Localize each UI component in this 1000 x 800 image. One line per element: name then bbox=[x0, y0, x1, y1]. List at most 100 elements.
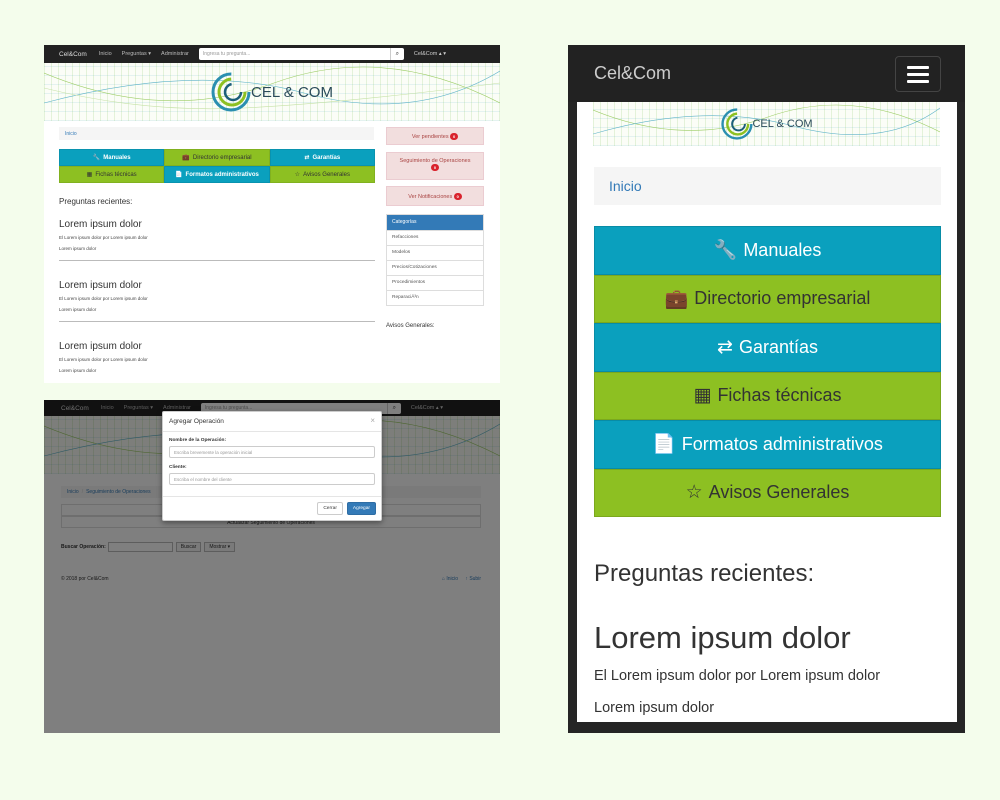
tile-label: Avisos Generales bbox=[708, 482, 850, 503]
modal-body: Nombre de la Operación: Escriba brevemen… bbox=[163, 432, 381, 497]
recent-questions-title: Preguntas recientes: bbox=[59, 197, 133, 206]
file-icon: 📄 bbox=[652, 434, 676, 456]
categories-panel: Categorías Refacciones Modelos Precios/C… bbox=[386, 214, 484, 306]
category-item[interactable]: Procedimientos bbox=[387, 275, 483, 290]
nav-item-inicio[interactable]: Inicio bbox=[99, 51, 112, 57]
post-author: El Lorem ipsum dolor por Lorem ipsum dol… bbox=[59, 357, 148, 362]
operation-name-label: Nombre de la Operación: bbox=[169, 438, 227, 443]
add-button[interactable]: Agregar bbox=[346, 502, 376, 515]
divider bbox=[59, 321, 375, 322]
menu-toggle-button[interactable] bbox=[895, 56, 941, 92]
post-excerpt: Lorem ipsum dolor bbox=[594, 700, 715, 716]
user-menu[interactable]: Cel&Com ▴ ▾ bbox=[414, 51, 446, 57]
post-excerpt: Lorem ipsum dolor bbox=[59, 368, 97, 373]
tile-garantias[interactable]: ⇄ Garantías bbox=[594, 323, 941, 372]
navbar-brand[interactable]: Cel&Com bbox=[59, 51, 87, 58]
post-excerpt: Lorem ipsum dolor bbox=[59, 307, 97, 312]
nav-item-administrar[interactable]: Administrar bbox=[161, 51, 189, 57]
list-item: Lorem ipsum dolor El Lorem ipsum dolor p… bbox=[59, 219, 375, 261]
tile-avisos[interactable]: ☆ Avisos Generales bbox=[594, 468, 941, 517]
tile-label: Garantías bbox=[312, 154, 341, 161]
operations-screen: Cel&Com Inicio Preguntas ▾ Administrar I… bbox=[44, 400, 500, 733]
post-title[interactable]: Lorem ipsum dolor bbox=[59, 341, 375, 352]
navbar-brand[interactable]: Cel&Com bbox=[594, 63, 671, 84]
tile-directorio[interactable]: 💼 Directorio empresarial bbox=[164, 149, 270, 166]
category-item[interactable]: ReparaciÃ³n bbox=[387, 290, 483, 305]
mobile-home-screen: Cel&Com CEL & COM Inicio 🔧 Manuales 💼 Di… bbox=[568, 45, 965, 733]
breadcrumb-home[interactable]: Inicio bbox=[609, 178, 642, 194]
list-item: Lorem ipsum dolor El Lorem ipsum dolor p… bbox=[59, 280, 375, 322]
post-title[interactable]: Lorem ipsum dolor bbox=[59, 280, 375, 291]
post-title[interactable]: Lorem ipsum dolor bbox=[594, 620, 851, 656]
tile-formatos[interactable]: 📄 Formatos administrativos bbox=[164, 166, 270, 183]
divider bbox=[59, 260, 375, 261]
modal-title: Agregar Operación bbox=[169, 418, 224, 425]
tile-manuales[interactable]: 🔧 Manuales bbox=[594, 226, 941, 275]
category-item[interactable]: Refacciones bbox=[387, 230, 483, 245]
breadcrumb-home[interactable]: Inicio bbox=[65, 131, 77, 137]
button-label: Ver pendientes bbox=[411, 134, 449, 140]
post-excerpt: Lorem ipsum dolor bbox=[59, 246, 97, 251]
tile-label: Fichas técnicas bbox=[717, 385, 842, 406]
tile-avisos[interactable]: ☆ Avisos Generales bbox=[269, 166, 375, 183]
briefcase-icon: 💼 bbox=[664, 288, 689, 310]
tile-label: Avisos Generales bbox=[303, 171, 350, 178]
modal-header: Agregar Operación × bbox=[163, 412, 381, 432]
operations-tracking-button[interactable]: Seguimiento de Operaciones 0 bbox=[386, 152, 484, 180]
view-pending-button[interactable]: Ver pendientes 0 bbox=[386, 127, 484, 145]
wrench-icon: 🔧 bbox=[713, 240, 738, 262]
categories-heading: Categorías bbox=[387, 215, 483, 230]
header-banner: CEL & COM bbox=[593, 102, 940, 146]
category-item[interactable]: Precios/Cotizaciones bbox=[387, 260, 483, 275]
button-label: Ver Notificaciones bbox=[408, 194, 453, 200]
star-empty-icon: ☆ bbox=[685, 482, 703, 504]
client-input[interactable]: Escriba el nombre del cliente bbox=[169, 473, 375, 485]
briefcase-icon: 💼 bbox=[182, 155, 190, 161]
file-icon: 📄 bbox=[175, 172, 183, 178]
tile-fichas[interactable]: ▦ Fichas técnicas bbox=[594, 371, 941, 420]
operation-name-input[interactable]: Escriba brevemente la operación inicial bbox=[169, 446, 375, 458]
tile-manuales[interactable]: 🔧 Manuales bbox=[59, 149, 165, 166]
tile-fichas[interactable]: ▦ Fichas técnicas bbox=[59, 166, 165, 183]
post-title[interactable]: Lorem ipsum dolor bbox=[59, 219, 375, 230]
wrench-icon: 🔧 bbox=[92, 155, 101, 161]
mobile-navbar: Cel&Com bbox=[568, 45, 965, 102]
breadcrumb: Inicio bbox=[594, 167, 941, 205]
post-author: El Lorem ipsum dolor por Lorem ipsum dol… bbox=[594, 668, 881, 684]
logo-text: CEL & COM bbox=[251, 83, 333, 101]
view-notifications-button[interactable]: Ver Notificaciones 0 bbox=[386, 186, 484, 206]
tile-label: Manuales bbox=[743, 239, 822, 260]
retweet-icon: ⇄ bbox=[304, 155, 310, 161]
tile-label: Manuales bbox=[103, 154, 131, 161]
add-operation-modal: Agregar Operación × Nombre de la Operaci… bbox=[162, 411, 382, 521]
logo-text: CEL & COM bbox=[752, 118, 813, 130]
tile-directorio[interactable]: 💼 Directorio empresarial bbox=[594, 274, 941, 323]
hamburger-line bbox=[907, 79, 929, 83]
nav-item-preguntas[interactable]: Preguntas ▾ bbox=[122, 51, 151, 57]
th-large-icon: ▦ bbox=[86, 172, 93, 178]
category-tiles: 🔧 Manuales 💼 Directorio empresarial ⇄ Garan… bbox=[59, 149, 375, 183]
tile-label: Fichas técnicas bbox=[95, 171, 137, 178]
post-author: El Lorem ipsum dolor por Lorem ipsum dol… bbox=[59, 235, 148, 240]
close-icon[interactable]: × bbox=[370, 416, 375, 425]
desktop-home-screen: Cel&Com Inicio Preguntas ▾ Administrar I… bbox=[44, 45, 500, 383]
logo-rings-icon bbox=[720, 108, 753, 140]
breadcrumb: Inicio bbox=[59, 127, 374, 140]
tile-formatos[interactable]: 📄 Formatos administrativos bbox=[594, 420, 941, 469]
cel-com-logo: CEL & COM bbox=[211, 72, 333, 112]
client-label: Cliente: bbox=[169, 465, 187, 470]
category-item[interactable]: Modelos bbox=[387, 245, 483, 260]
cel-com-logo: CEL & COM bbox=[720, 108, 813, 140]
tile-label: Garantías bbox=[738, 336, 818, 357]
tile-label: Formatos administrativos bbox=[681, 433, 883, 454]
post-author: El Lorem ipsum dolor por Lorem ipsum dol… bbox=[59, 296, 148, 301]
tracking-count-badge: 0 bbox=[431, 164, 439, 171]
tile-label: Directorio empresarial bbox=[694, 288, 871, 309]
tile-garantias[interactable]: ⇄ Garantías bbox=[269, 149, 375, 166]
top-navbar: Cel&Com Inicio Preguntas ▾ Administrar I… bbox=[44, 45, 500, 63]
tile-label: Formatos administrativos bbox=[185, 171, 259, 178]
search-input[interactable]: Ingresa tu pregunta... ⌕ bbox=[198, 48, 404, 60]
search-icon[interactable]: ⌕ bbox=[389, 48, 404, 60]
close-button[interactable]: Cerrar bbox=[317, 502, 343, 515]
star-empty-icon: ☆ bbox=[294, 172, 301, 178]
